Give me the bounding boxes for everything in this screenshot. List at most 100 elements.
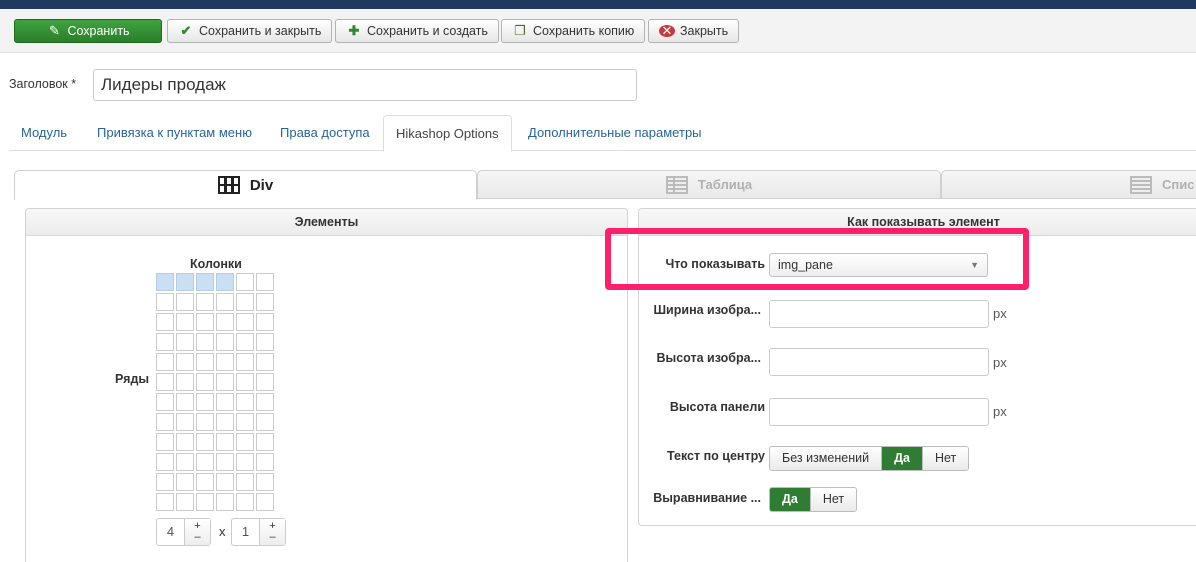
grid-cell[interactable] [196, 493, 214, 511]
grid-cell[interactable] [256, 293, 274, 311]
grid-cell[interactable] [216, 393, 234, 411]
grid-cell[interactable] [236, 493, 254, 511]
center-text-yes[interactable]: Да [881, 447, 922, 470]
grid-cell[interactable] [236, 273, 254, 291]
grid-cell[interactable] [196, 353, 214, 371]
grid-cell[interactable] [236, 433, 254, 451]
minus-icon[interactable]: – [260, 532, 285, 543]
grid-cell[interactable] [156, 473, 174, 491]
grid-cell[interactable] [156, 493, 174, 511]
grid-cell[interactable] [256, 333, 274, 351]
grid-cell[interactable] [196, 413, 214, 431]
grid-cell[interactable] [256, 273, 274, 291]
grid-cell[interactable] [156, 353, 174, 371]
grid-cell[interactable] [216, 493, 234, 511]
rows-plus-minus[interactable]: + – [259, 519, 285, 545]
save-close-button[interactable]: ✔ Сохранить и закрыть [167, 19, 333, 43]
grid-cell[interactable] [156, 413, 174, 431]
grid-cell[interactable] [216, 333, 234, 351]
align-toggle[interactable]: Да Нет [769, 487, 858, 512]
grid-cell[interactable] [236, 353, 254, 371]
grid-cell[interactable] [256, 393, 274, 411]
grid-cell[interactable] [176, 353, 194, 371]
grid-cell[interactable] [196, 273, 214, 291]
tab-module[interactable]: Модуль [9, 115, 79, 151]
grid-cell[interactable] [196, 473, 214, 491]
grid-cell[interactable] [176, 333, 194, 351]
grid-cell[interactable] [216, 373, 234, 391]
grid-cell[interactable] [236, 313, 254, 331]
grid-cell[interactable] [176, 433, 194, 451]
grid-cell[interactable] [156, 293, 174, 311]
tab-hikashop-options[interactable]: Hikashop Options [383, 115, 512, 152]
center-text-toggle[interactable]: Без изменений Да Нет [769, 446, 970, 471]
grid-cell[interactable] [156, 393, 174, 411]
grid-cell[interactable] [216, 473, 234, 491]
image-height-input[interactable] [769, 348, 989, 376]
grid-cell[interactable] [176, 453, 194, 471]
grid-cell[interactable] [156, 433, 174, 451]
grid-cell[interactable] [236, 413, 254, 431]
grid-cell[interactable] [256, 413, 274, 431]
grid-cell[interactable] [176, 413, 194, 431]
grid-cell[interactable] [176, 393, 194, 411]
grid-cell[interactable] [176, 293, 194, 311]
grid-cell[interactable] [156, 333, 174, 351]
align-no[interactable]: Нет [809, 488, 857, 511]
panel-height-input[interactable] [769, 398, 989, 426]
grid-cell[interactable] [176, 373, 194, 391]
columns-plus-minus[interactable]: + – [184, 519, 210, 545]
grid-cell[interactable] [196, 293, 214, 311]
grid-cell[interactable] [256, 453, 274, 471]
grid-cell[interactable] [196, 453, 214, 471]
grid-cell[interactable] [216, 293, 234, 311]
grid-cell[interactable] [256, 373, 274, 391]
subtab-table[interactable]: Таблица [477, 170, 941, 199]
grid-cell[interactable] [216, 313, 234, 331]
grid-cell[interactable] [196, 393, 214, 411]
center-text-no-change[interactable]: Без изменений [770, 447, 882, 470]
grid-cell[interactable] [256, 433, 274, 451]
grid-cell[interactable] [156, 273, 174, 291]
tab-advanced[interactable]: Дополнительные параметры [516, 115, 714, 151]
grid-cell[interactable] [256, 493, 274, 511]
grid-cell[interactable] [156, 453, 174, 471]
grid-cell[interactable] [216, 433, 234, 451]
minus-icon[interactable]: – [185, 532, 210, 543]
tab-menu-assignment[interactable]: Привязка к пунктам меню [85, 115, 264, 151]
grid-cell[interactable] [176, 313, 194, 331]
center-text-no[interactable]: Нет [921, 447, 969, 470]
grid-cell[interactable] [216, 273, 234, 291]
grid-cell[interactable] [216, 353, 234, 371]
columns-stepper[interactable]: 4 + – [156, 518, 211, 546]
grid-cell[interactable] [156, 373, 174, 391]
grid-cell[interactable] [156, 313, 174, 331]
subtab-div[interactable]: Div [14, 170, 477, 200]
save-button[interactable]: ✎ Сохранить [14, 19, 162, 43]
tab-access[interactable]: Права доступа [268, 115, 382, 151]
grid-cell[interactable] [216, 453, 234, 471]
save-new-button[interactable]: ✚ Сохранить и создать [335, 19, 499, 43]
grid-cell[interactable] [256, 473, 274, 491]
grid-cell[interactable] [196, 313, 214, 331]
grid-cell[interactable] [236, 473, 254, 491]
grid-cell[interactable] [236, 293, 254, 311]
align-yes[interactable]: Да [770, 488, 810, 511]
title-input[interactable] [93, 69, 637, 101]
grid-cell[interactable] [236, 393, 254, 411]
close-button[interactable]: ✕ Закрыть [648, 19, 740, 43]
rows-stepper[interactable]: 1 + – [231, 518, 286, 546]
image-width-input[interactable] [769, 300, 989, 328]
grid-cell[interactable] [196, 433, 214, 451]
grid-cell[interactable] [216, 413, 234, 431]
grid-cell[interactable] [176, 473, 194, 491]
grid-cell[interactable] [256, 353, 274, 371]
subtab-list[interactable]: Спис [941, 170, 1196, 199]
grid-cell[interactable] [176, 493, 194, 511]
grid-cell[interactable] [236, 453, 254, 471]
grid-cell[interactable] [256, 313, 274, 331]
save-copy-button[interactable]: ❐ Сохранить копию [501, 19, 646, 43]
grid-cell[interactable] [196, 333, 214, 351]
grid-cell[interactable] [236, 333, 254, 351]
grid-cell[interactable] [196, 373, 214, 391]
